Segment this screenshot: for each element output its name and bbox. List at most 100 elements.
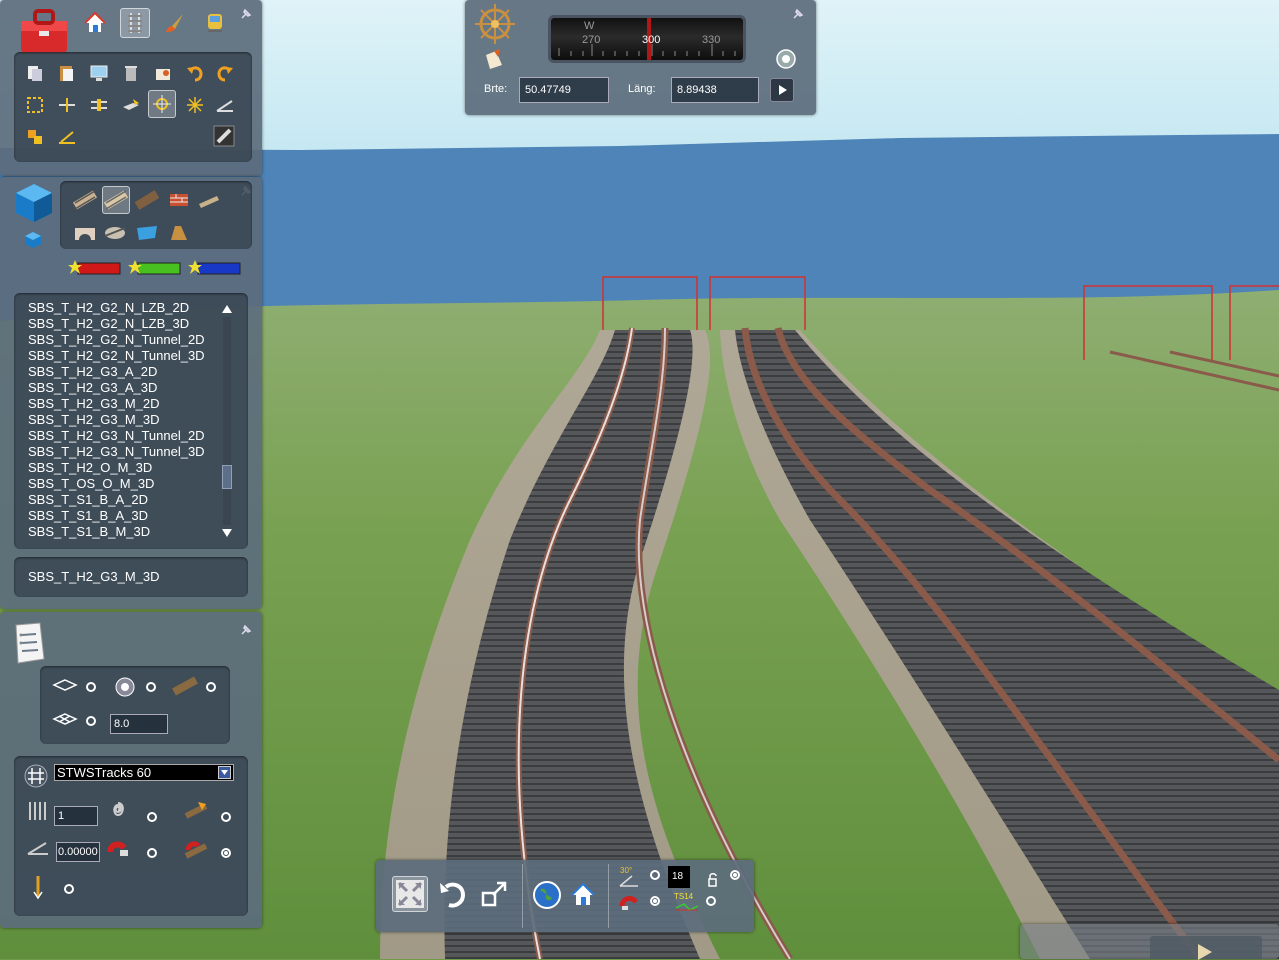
category-arch-icon[interactable] xyxy=(72,219,98,245)
spiral-radio[interactable] xyxy=(147,812,157,822)
magnet-snap-radio[interactable] xyxy=(650,896,660,906)
eraser-icon[interactable] xyxy=(210,122,238,150)
list-item[interactable]: SBS_T_S1_B_M_3D xyxy=(28,524,248,540)
ts-radio[interactable] xyxy=(706,896,716,906)
lat-field[interactable] xyxy=(519,77,609,103)
next-page-button[interactable] xyxy=(1150,936,1262,960)
list-item[interactable]: SBS_T_H2_G2_N_LZB_2D xyxy=(28,300,248,316)
rotate-icon[interactable] xyxy=(434,876,470,912)
flat-radio[interactable] xyxy=(86,682,96,692)
category-group xyxy=(60,181,252,249)
track-lay-radio[interactable] xyxy=(221,812,231,822)
stick-radio[interactable] xyxy=(64,884,74,894)
redo-icon[interactable] xyxy=(212,60,238,86)
height-radio[interactable] xyxy=(86,716,96,726)
scroll-up-icon[interactable] xyxy=(221,303,233,315)
gradient-field[interactable] xyxy=(56,842,100,862)
list-item[interactable]: SBS_T_H2_G3_M_3D xyxy=(28,412,248,428)
crosshair-icon[interactable] xyxy=(182,92,208,118)
toolbox-icon[interactable] xyxy=(14,4,72,58)
list-item[interactable]: SBS_T_H2_G3_A_2D xyxy=(28,364,248,380)
split-icon[interactable] xyxy=(54,92,80,118)
play-arrow-button[interactable] xyxy=(770,78,794,102)
count-field[interactable] xyxy=(54,806,98,826)
monitor-icon[interactable] xyxy=(86,60,112,86)
track-tool-icon[interactable] xyxy=(120,8,150,38)
list-item[interactable]: SBS_T_H2_G2_N_LZB_3D xyxy=(28,316,248,332)
scroll-track[interactable] xyxy=(223,317,231,525)
list-item[interactable]: SBS_T_H2_G3_N_Tunnel_3D xyxy=(28,444,248,460)
magnet-snap-icon[interactable] xyxy=(618,892,642,914)
track-hash-icon xyxy=(24,764,48,788)
globe-icon[interactable] xyxy=(530,878,564,912)
asset-list[interactable]: SBS_T_H2_G2_N_LZB_2D SBS_T_H2_G2_N_LZB_3… xyxy=(14,293,248,549)
list-item[interactable]: SBS_T_H2_G3_N_Tunnel_2D xyxy=(28,428,248,444)
track-options: STWSTracks 60 xyxy=(14,756,248,916)
magnet-track-radio[interactable] xyxy=(221,848,231,858)
category-track-icon[interactable] xyxy=(72,187,98,213)
paint-brush-icon[interactable] xyxy=(162,10,188,36)
list-item[interactable]: SBS_T_H2_G3_A_3D xyxy=(28,380,248,396)
lon-field[interactable] xyxy=(671,77,759,103)
select-box-icon[interactable] xyxy=(22,92,48,118)
undo-icon[interactable] xyxy=(182,60,208,86)
flat-plane-icon xyxy=(52,679,78,691)
filter-blue[interactable] xyxy=(186,259,242,277)
lock-chain-icon[interactable] xyxy=(706,872,720,888)
list-item[interactable]: SBS_T_H2_G2_N_Tunnel_2D xyxy=(28,332,248,348)
category-road-icon[interactable] xyxy=(134,187,160,213)
list-item[interactable]: SBS_T_H2_G3_M_2D xyxy=(28,396,248,412)
list-item[interactable]: SBS_T_S1_B_A_2D xyxy=(28,492,248,508)
small-cube-icon[interactable] xyxy=(20,227,46,253)
category-wall-icon[interactable] xyxy=(166,187,192,213)
snap-tool-icon[interactable] xyxy=(148,90,176,118)
filter-red[interactable] xyxy=(66,259,122,277)
angle-snap-radio[interactable] xyxy=(650,870,660,880)
category-tunnel-icon[interactable] xyxy=(102,219,128,245)
list-item[interactable]: SBS_T_H2_G2_N_Tunnel_3D xyxy=(28,348,248,364)
camera-reset-icon[interactable] xyxy=(773,46,799,72)
stamp-icon[interactable] xyxy=(150,60,176,86)
home-view-icon[interactable] xyxy=(566,878,600,912)
magnet-radio[interactable] xyxy=(147,848,157,858)
window-restore-icon[interactable] xyxy=(476,876,512,912)
grid-size-display[interactable]: 18 xyxy=(668,866,690,888)
list-item[interactable]: SBS_T_H2_O_M_3D xyxy=(28,460,248,476)
category-water-icon[interactable] xyxy=(134,219,160,245)
rail-radio[interactable] xyxy=(206,682,216,692)
scroll-down-icon[interactable] xyxy=(221,527,233,539)
height-field[interactable] xyxy=(110,714,168,734)
heading-dial[interactable]: W 270 300 330 xyxy=(551,18,743,60)
tick-label-330: 330 xyxy=(702,34,721,46)
track-type-select[interactable]: STWSTracks 60 xyxy=(54,764,234,781)
paste-icon[interactable] xyxy=(54,60,80,86)
copy-icon[interactable] xyxy=(22,60,48,86)
list-item[interactable]: SBS_T_S1_B_A_3D xyxy=(28,508,248,524)
lock-radio[interactable] xyxy=(730,870,740,880)
fullscreen-icon[interactable] xyxy=(392,876,428,912)
list-item[interactable]: SBS_T_OS_O_M_3D xyxy=(28,476,248,492)
category-bridge-icon[interactable] xyxy=(196,187,222,213)
angle-icon[interactable] xyxy=(212,92,238,118)
measure-icon[interactable] xyxy=(54,124,80,150)
list-scrollbar[interactable] xyxy=(221,303,233,539)
train-icon[interactable] xyxy=(202,10,228,36)
join-icon[interactable] xyxy=(86,92,112,118)
checklist-icon[interactable] xyxy=(8,620,52,666)
delete-icon[interactable] xyxy=(118,60,144,86)
move-track-icon[interactable] xyxy=(118,92,144,118)
category-fence-icon[interactable] xyxy=(166,219,192,245)
duplicate-icon[interactable] xyxy=(22,124,48,150)
object-cube-icon[interactable] xyxy=(12,181,56,225)
pin-icon[interactable] xyxy=(240,624,252,636)
home-icon[interactable] xyxy=(82,10,108,36)
scroll-thumb[interactable] xyxy=(222,465,232,489)
category-rail-icon[interactable] xyxy=(102,186,130,214)
chevron-down-icon[interactable] xyxy=(218,766,231,779)
map-pointer-icon[interactable] xyxy=(481,46,507,72)
target-radio[interactable] xyxy=(146,682,156,692)
pin-icon[interactable] xyxy=(240,8,252,20)
compass-rose-icon[interactable] xyxy=(473,2,517,46)
filter-green[interactable] xyxy=(126,259,182,277)
pin-icon[interactable] xyxy=(792,8,804,20)
